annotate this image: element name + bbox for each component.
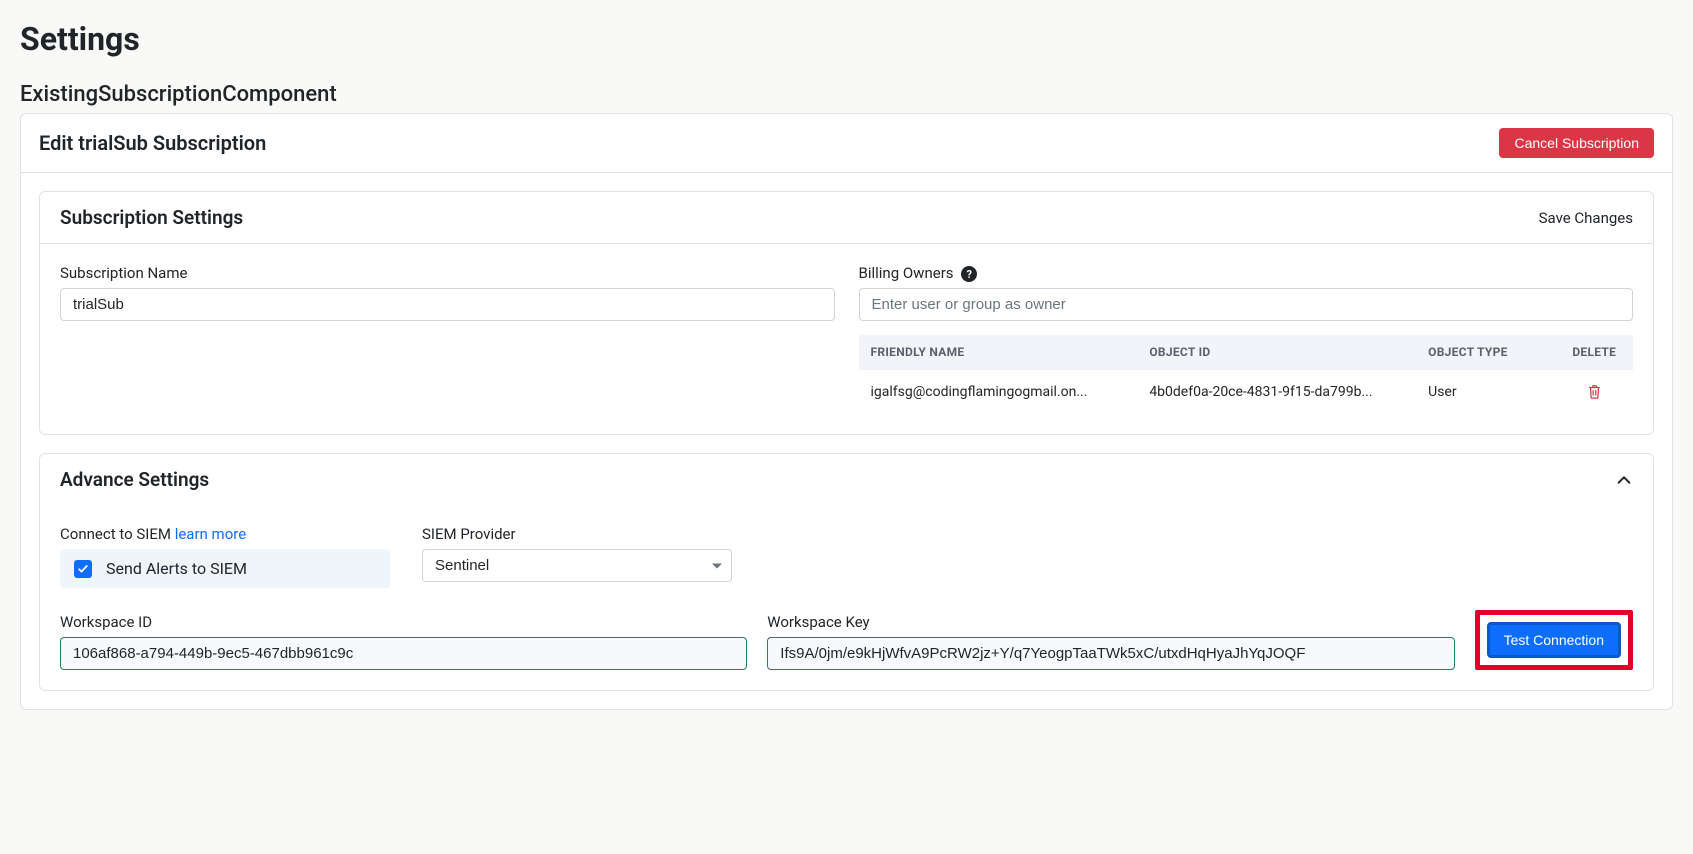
cell-object-type: User [1416,370,1555,415]
workspace-key-label: Workspace Key [767,613,1454,631]
highlight-box: Test Connection [1475,610,1633,670]
cancel-subscription-button[interactable]: Cancel Subscription [1499,128,1654,158]
subscription-settings-body: Subscription Name Billing Owners ? FRIEN… [40,244,1653,434]
connect-siem-label: Connect to SIEM learn more [60,525,390,543]
advance-settings-body: Connect to SIEM learn more Send Alerts t… [40,505,1653,690]
edit-card-header: Edit trialSub Subscription Cancel Subscr… [21,114,1672,173]
cell-object-id: 4b0def0a-20ce-4831-9f15-da799b... [1137,370,1416,415]
trash-icon [1587,384,1602,400]
col-friendly-name: FRIENDLY NAME [859,335,1138,370]
subscription-settings-card: Subscription Settings Save Changes Subsc… [39,191,1654,435]
delete-owner-button[interactable] [1585,382,1604,402]
page-title: Settings [20,20,1673,58]
subscription-name-input[interactable] [60,288,835,321]
send-alerts-checkbox[interactable] [74,560,92,578]
workspace-id-input[interactable] [60,637,747,670]
edit-subscription-card: Edit trialSub Subscription Cancel Subscr… [20,113,1673,710]
check-icon [77,563,89,575]
edit-card-title: Edit trialSub Subscription [39,131,266,155]
subscription-name-label: Subscription Name [60,264,835,282]
billing-owners-label-text: Billing Owners [859,264,954,282]
subscription-settings-header: Subscription Settings Save Changes [40,192,1653,244]
advance-settings-title: Advance Settings [60,468,209,491]
col-delete: DELETE [1556,335,1633,370]
billing-owners-label: Billing Owners ? [859,264,1634,282]
siem-provider-label: SIEM Provider [422,525,732,543]
subscription-settings-title: Subscription Settings [60,206,243,229]
siem-provider-select[interactable] [422,549,732,582]
billing-owners-input[interactable] [859,288,1634,321]
col-object-type: OBJECT TYPE [1416,335,1555,370]
send-alerts-checkbox-wrap[interactable]: Send Alerts to SIEM [60,549,390,588]
workspace-id-label: Workspace ID [60,613,747,631]
learn-more-link[interactable]: learn more [175,525,246,543]
table-row: igalfsg@codingflamingogmail.on... 4b0def… [859,370,1634,415]
owners-table: FRIENDLY NAME OBJECT ID OBJECT TYPE DELE… [859,335,1634,414]
connect-siem-text: Connect to SIEM [60,525,175,543]
advance-settings-header[interactable]: Advance Settings [40,454,1653,505]
workspace-key-input[interactable] [767,637,1454,670]
advance-settings-card: Advance Settings Connect to SIEM learn m… [39,453,1654,691]
col-object-id: OBJECT ID [1137,335,1416,370]
table-header-row: FRIENDLY NAME OBJECT ID OBJECT TYPE DELE… [859,335,1634,370]
chevron-up-icon [1615,471,1633,489]
cell-friendly-name: igalfsg@codingflamingogmail.on... [859,370,1138,415]
test-connection-button[interactable]: Test Connection [1487,622,1621,658]
send-alerts-label: Send Alerts to SIEM [106,559,247,578]
help-icon[interactable]: ? [961,266,977,282]
page-subtitle: ExistingSubscriptionComponent [20,82,1673,107]
save-changes-link[interactable]: Save Changes [1539,209,1633,227]
